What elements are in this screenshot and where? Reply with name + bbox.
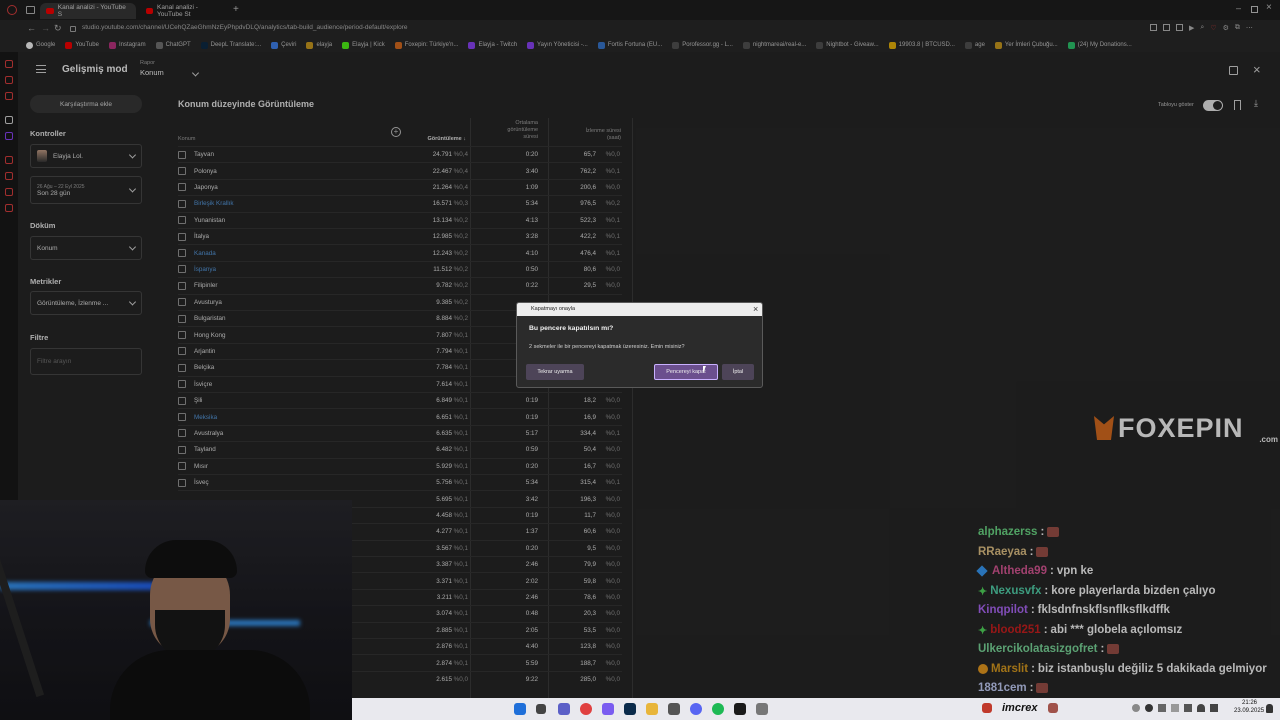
windows-taskbar: imcrex 21:26 23.09.2025 xyxy=(352,698,1280,720)
dont-warn-again-button[interactable]: Tekrar uyarma xyxy=(526,364,584,380)
clock-date[interactable]: 23.09.2025 xyxy=(1234,708,1264,714)
spotify-icon[interactable] xyxy=(712,703,724,715)
app-icon[interactable] xyxy=(756,703,768,715)
tray-icon[interactable] xyxy=(982,703,992,713)
discord-icon[interactable] xyxy=(690,703,702,715)
clock-time[interactable]: 21:26 xyxy=(1242,700,1257,706)
tray-icon[interactable] xyxy=(1132,704,1140,712)
dialog-close-icon[interactable]: × xyxy=(753,304,758,314)
tray-icons xyxy=(1132,704,1218,712)
mouse-cursor-icon xyxy=(703,366,709,373)
app-icon[interactable] xyxy=(602,703,614,715)
app-icon[interactable] xyxy=(668,703,680,715)
tray-icon[interactable] xyxy=(1158,704,1166,712)
task-view-icon[interactable] xyxy=(558,703,570,715)
close-window-dialog: Kapatmayı onayla × Bu pencere kapatılsın… xyxy=(516,302,763,388)
search-icon[interactable] xyxy=(536,704,546,714)
volume-icon[interactable] xyxy=(1210,704,1218,712)
dialog-titlebar: Kapatmayı onayla xyxy=(517,303,762,316)
dialog-heading: Bu pencere kapatılsın mı? xyxy=(529,325,614,332)
tray-icon[interactable] xyxy=(1145,704,1153,712)
browser-icon[interactable] xyxy=(580,703,592,715)
cancel-button[interactable]: İptal xyxy=(722,364,754,380)
notification-bell-icon[interactable] xyxy=(1266,704,1273,713)
tray-icon[interactable] xyxy=(1048,703,1058,713)
tray-icon[interactable] xyxy=(1184,704,1192,712)
dialog-message: 2 sekmeler ile bir pencereyi kapatmak üz… xyxy=(529,344,685,350)
terminal-icon[interactable] xyxy=(734,703,746,715)
wifi-icon[interactable] xyxy=(1197,704,1205,712)
folder-icon[interactable] xyxy=(646,703,658,715)
streamer-name: imcrex xyxy=(1002,702,1038,714)
photoshop-icon[interactable] xyxy=(624,703,636,715)
tray-icon[interactable] xyxy=(1171,704,1179,712)
start-icon[interactable] xyxy=(514,703,526,715)
